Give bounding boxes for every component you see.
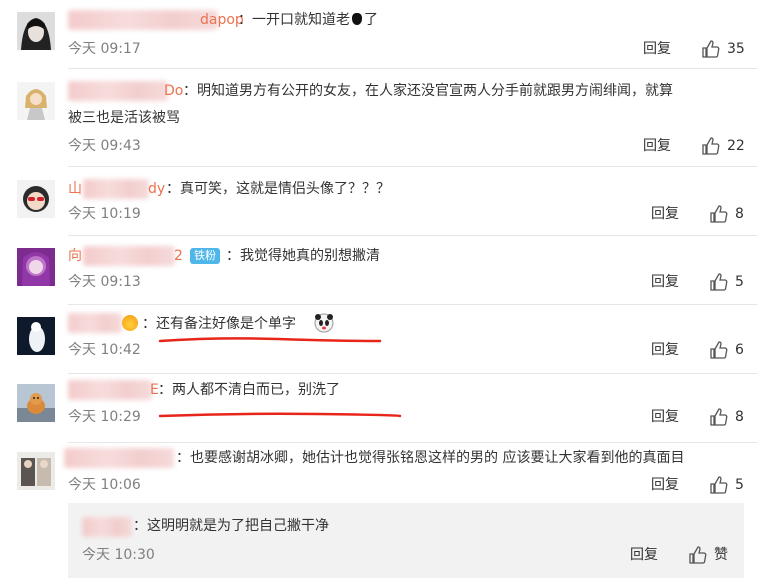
username-redacted[interactable] <box>68 10 218 30</box>
comment-time: 今天 09:43 <box>68 138 141 154</box>
avatar[interactable] <box>17 384 55 422</box>
comment-text: ：两人都不清白而已，别洗了 <box>158 382 340 398</box>
reply-button[interactable]: 回复 <box>630 545 658 565</box>
sub-reply-text: ：这明明就是为了把自己撇干净 <box>133 518 329 534</box>
thumbs-up-icon <box>710 273 728 291</box>
comment-time: 今天 09:13 <box>68 274 141 290</box>
comment-time: 今天 09:17 <box>68 41 141 57</box>
comment-item: Do ：明知道男方有公开的女友，在人家还没官宣两人分手前就跟男方闹绯闻，就算 被… <box>0 69 757 166</box>
like-button[interactable]: 8 <box>709 204 753 224</box>
comment-text: ：明知道男方有公开的女友，在人家还没官宣两人分手前就跟男方闹绯闻，就算 <box>183 83 673 99</box>
reply-button[interactable]: 回复 <box>651 340 679 360</box>
sub-reply: ：这明明就是为了把自己撇干净 今天 10:30 回复 赞 <box>68 503 744 578</box>
username-redacted[interactable] <box>83 179 149 199</box>
avatar[interactable] <box>17 12 55 50</box>
avatar[interactable] <box>17 180 55 218</box>
reply-button[interactable]: 回复 <box>643 39 671 59</box>
comment-item: ：也要感谢胡冰卿，她估计也觉得张铭恩这样的男的 应该要让大家看到他的真面目 今天… <box>0 443 757 503</box>
like-button[interactable]: 35 <box>701 39 751 59</box>
comment-item: 山 dy ：真可笑，这就是情侣头像了？？？ 今天 10:19 回复 8 <box>0 167 757 235</box>
comment-item: dapop ：一开口就知道老了 今天 09:17 回复 35 <box>0 0 757 68</box>
like-count: 5 <box>735 477 744 493</box>
comment-text: ：也要感谢胡冰卿，她估计也觉得张铭恩这样的男的 应该要让大家看到他的真面目 <box>176 450 685 466</box>
username-redacted[interactable] <box>83 246 175 266</box>
red-underline-annotation <box>158 412 402 418</box>
like-count: 35 <box>727 41 745 57</box>
crown-emoji-icon <box>122 315 138 331</box>
like-count: 8 <box>735 409 744 425</box>
comment-time: 今天 10:29 <box>68 409 141 425</box>
comment-item: 向 2 铁粉 ：我觉得她真的别想撇清 今天 09:13 回复 5 <box>0 236 757 304</box>
comment-item: E ：两人都不清白而已，别洗了 今天 10:29 回复 8 <box>0 374 757 442</box>
username-redacted[interactable] <box>68 313 122 333</box>
thumbs-up-icon <box>702 137 720 155</box>
username-tail[interactable]: 2 <box>174 246 183 266</box>
red-underline-annotation <box>158 337 382 343</box>
comment-text: ：还有备注好像是个单字 <box>142 316 296 332</box>
username-tail[interactable]: dy <box>148 179 165 199</box>
thumbs-up-icon <box>710 408 728 426</box>
reply-button[interactable]: 回复 <box>651 204 679 224</box>
reply-button[interactable]: 回复 <box>651 475 679 495</box>
username-redacted[interactable] <box>64 448 174 468</box>
reply-button[interactable]: 回复 <box>651 272 679 292</box>
reply-button[interactable]: 回复 <box>651 407 679 427</box>
like-count: 22 <box>727 138 745 154</box>
comment-text: ：我觉得她真的别想撇清 <box>226 248 380 264</box>
avatar[interactable] <box>17 82 55 120</box>
comment-time: 今天 10:06 <box>68 477 141 493</box>
reply-button[interactable]: 回复 <box>643 136 671 156</box>
thumbs-up-icon <box>710 341 728 359</box>
comment-time: 今天 10:19 <box>68 206 141 222</box>
panda-emoji-icon <box>314 313 334 333</box>
username-tail-start[interactable]: 向 <box>68 246 82 266</box>
like-button[interactable]: 5 <box>709 475 753 495</box>
like-button[interactable]: 22 <box>701 136 751 156</box>
thumbs-up-icon <box>702 40 720 58</box>
avatar[interactable] <box>17 317 55 355</box>
username-tail-start[interactable]: 山 <box>68 179 82 199</box>
fan-badge[interactable]: 铁粉 <box>190 248 220 264</box>
like-button[interactable]: 6 <box>709 340 753 360</box>
like-count: 6 <box>735 342 744 358</box>
like-label: 赞 <box>714 547 728 563</box>
like-count: 5 <box>735 274 744 290</box>
comment-text-continued: 被三也是活该被骂 <box>68 110 180 126</box>
thumbs-up-icon <box>689 546 707 564</box>
username-tail[interactable]: Do <box>164 81 183 101</box>
like-button[interactable]: 5 <box>709 272 753 292</box>
like-button[interactable]: 8 <box>709 407 753 427</box>
username-redacted[interactable] <box>82 517 132 537</box>
thumbs-up-icon <box>710 205 728 223</box>
comment-text: ：一开口就知道老了 <box>238 12 378 28</box>
username-redacted[interactable] <box>68 380 152 400</box>
comment-text: ：真可笑，这就是情侣头像了？？？ <box>166 181 390 197</box>
comment-time: 今天 10:42 <box>68 342 141 358</box>
thumbs-up-icon <box>710 476 728 494</box>
comment-item: ：还有备注好像是个单字 今天 10:42 回复 6 <box>0 305 757 373</box>
like-button[interactable]: 赞 <box>688 545 738 565</box>
username-redacted[interactable] <box>68 81 168 101</box>
apple-emoji-icon <box>352 13 362 25</box>
avatar[interactable] <box>17 248 55 286</box>
avatar[interactable] <box>17 452 55 490</box>
like-count: 8 <box>735 206 744 222</box>
sub-reply-time: 今天 10:30 <box>82 547 155 563</box>
